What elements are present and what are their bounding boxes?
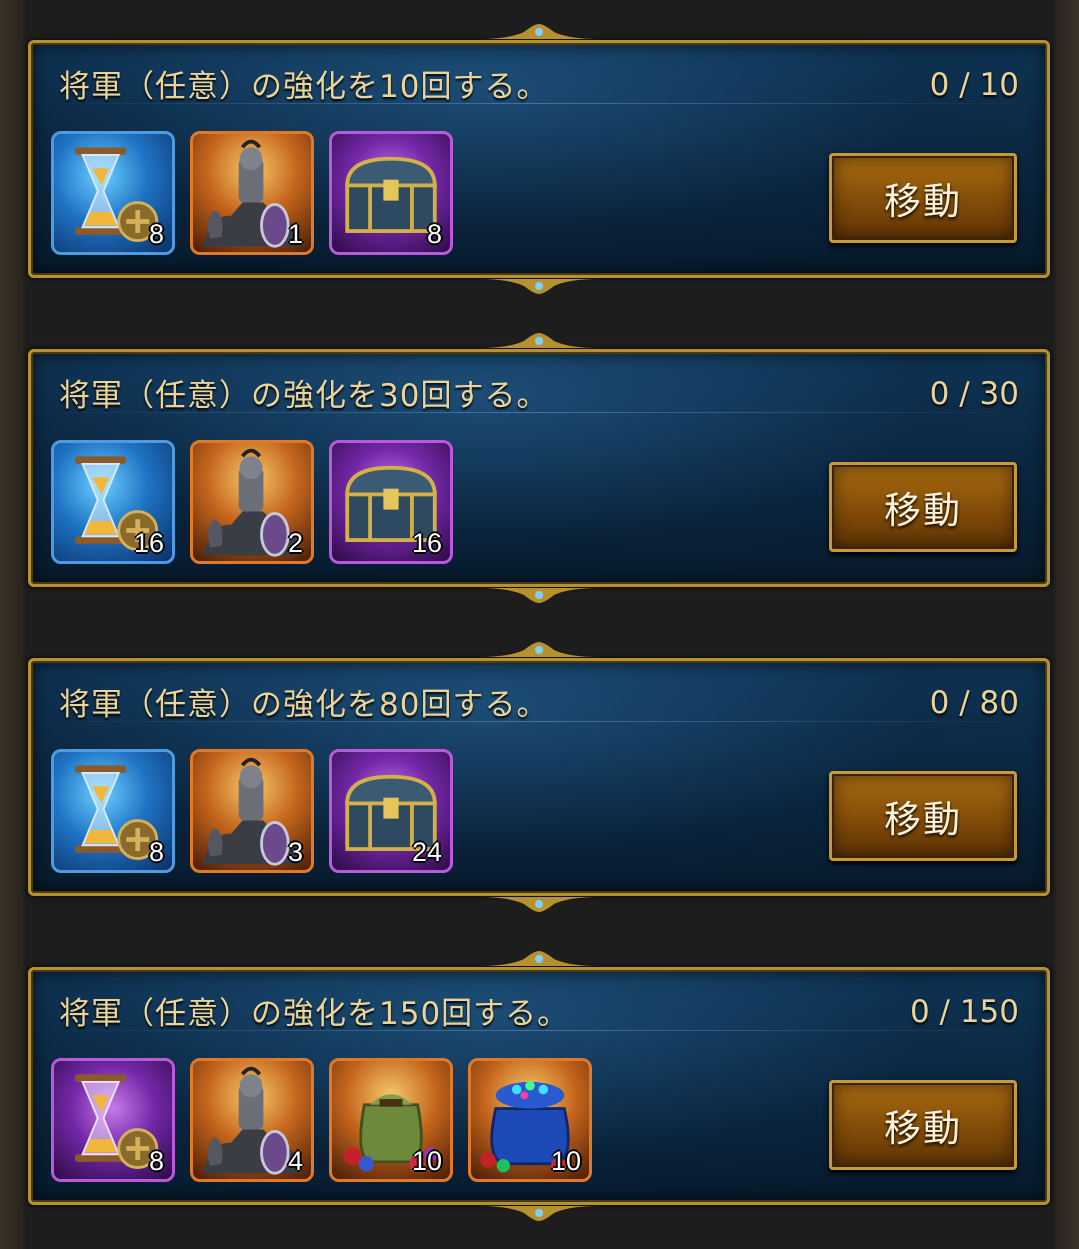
reward-qty: 8 xyxy=(426,219,442,249)
reward-list: 8 1 8 xyxy=(51,131,453,255)
go-button[interactable]: 移動 xyxy=(829,1080,1017,1170)
card-ornament xyxy=(479,951,599,967)
reward-qty: 3 xyxy=(287,837,303,867)
reward-item-chest[interactable]: 8 xyxy=(329,131,453,255)
quest-card: 将軍（任意）の強化を10回する。 0 / 10 8 1 8 移動 xyxy=(28,24,1050,294)
reward-item-green-gem-bag[interactable]: 10 xyxy=(329,1058,453,1182)
quest-title: 将軍（任意）の強化を10回する。 xyxy=(59,69,549,105)
reward-item-chest[interactable]: 24 xyxy=(329,749,453,873)
reward-item-general[interactable]: 1 xyxy=(190,131,314,255)
reward-item-general[interactable]: 3 xyxy=(190,749,314,873)
reward-item-hourglass[interactable]: 16 xyxy=(51,440,175,564)
reward-item-general[interactable]: 2 xyxy=(190,440,314,564)
reward-qty: 10 xyxy=(411,1146,442,1176)
reward-list: 8 4 10 10 xyxy=(51,1058,592,1182)
quest-progress: 0 / 10 xyxy=(929,67,1019,103)
go-button[interactable]: 移動 xyxy=(829,771,1017,861)
card-ornament xyxy=(479,1205,599,1221)
quest-card: 将軍（任意）の強化を150回する。 0 / 150 8 4 10 10 移動 xyxy=(28,951,1050,1221)
reward-qty: 16 xyxy=(411,528,442,558)
quest-title: 将軍（任意）の強化を150回する。 xyxy=(59,996,570,1032)
card-ornament xyxy=(479,278,599,294)
reward-list: 16 2 16 xyxy=(51,440,453,564)
reward-qty: 10 xyxy=(550,1146,581,1176)
quest-progress: 0 / 30 xyxy=(929,376,1019,412)
reward-qty: 1 xyxy=(287,219,303,249)
reward-list: 8 3 24 xyxy=(51,749,453,873)
reward-qty: 16 xyxy=(133,528,164,558)
card-ornament xyxy=(479,642,599,658)
card-ornament xyxy=(479,896,599,912)
reward-qty: 8 xyxy=(148,219,164,249)
reward-item-hourglass[interactable]: 8 xyxy=(51,1058,175,1182)
card-ornament xyxy=(479,587,599,603)
card-ornament xyxy=(479,333,599,349)
reward-qty: 2 xyxy=(287,528,303,558)
quest-title: 将軍（任意）の強化を30回する。 xyxy=(59,378,549,414)
reward-qty: 24 xyxy=(411,837,442,867)
reward-item-chest[interactable]: 16 xyxy=(329,440,453,564)
go-button[interactable]: 移動 xyxy=(829,462,1017,552)
reward-qty: 8 xyxy=(148,1146,164,1176)
card-ornament xyxy=(479,24,599,40)
reward-item-general[interactable]: 4 xyxy=(190,1058,314,1182)
quest-progress: 0 / 80 xyxy=(929,685,1019,721)
quest-card: 将軍（任意）の強化を30回する。 0 / 30 16 2 16 移動 xyxy=(28,333,1050,603)
reward-item-hourglass[interactable]: 8 xyxy=(51,749,175,873)
reward-item-blue-gem-bag[interactable]: 10 xyxy=(468,1058,592,1182)
quest-card: 将軍（任意）の強化を80回する。 0 / 80 8 3 24 移動 xyxy=(28,642,1050,912)
reward-qty: 4 xyxy=(287,1146,303,1176)
reward-item-hourglass[interactable]: 8 xyxy=(51,131,175,255)
quest-title: 将軍（任意）の強化を80回する。 xyxy=(59,687,549,723)
quest-progress: 0 / 150 xyxy=(909,994,1019,1030)
go-button[interactable]: 移動 xyxy=(829,153,1017,243)
reward-qty: 8 xyxy=(148,837,164,867)
